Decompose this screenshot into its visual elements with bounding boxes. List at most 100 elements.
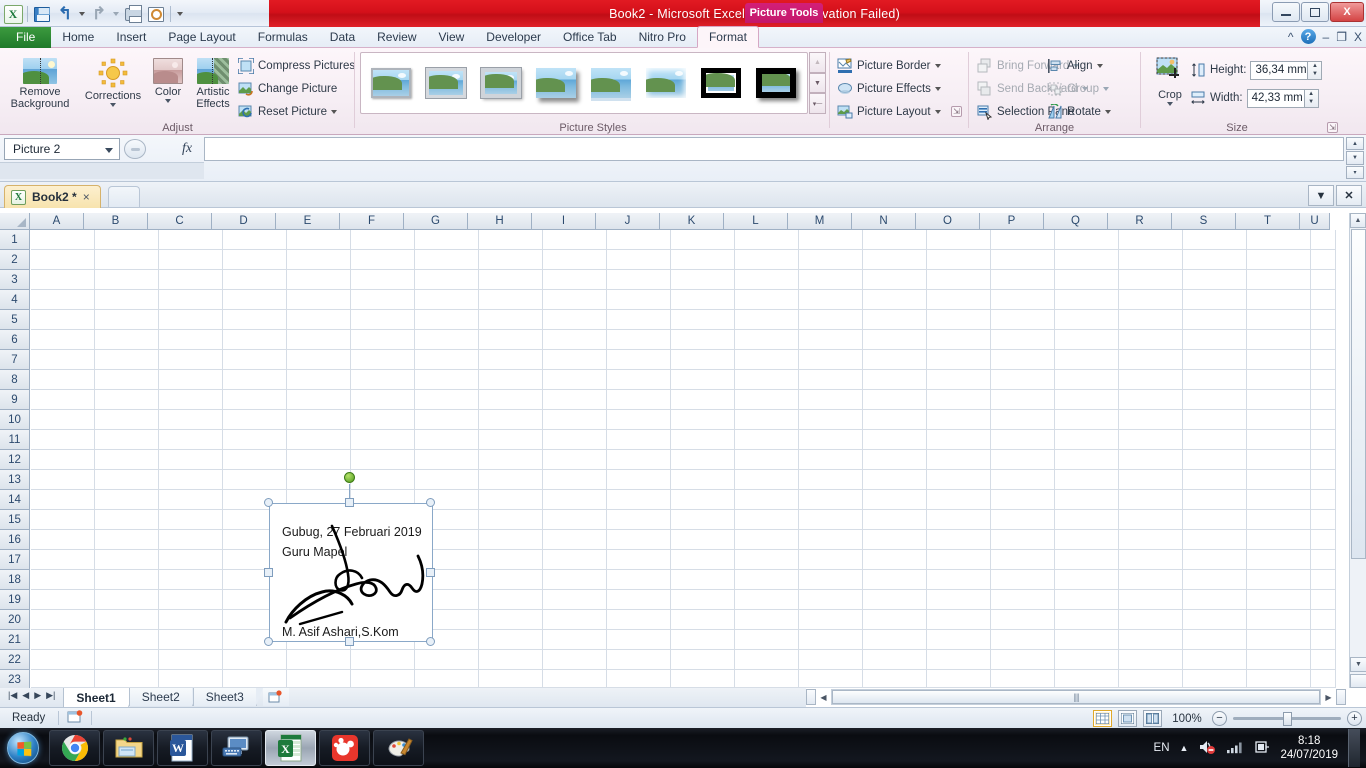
width-input[interactable]: 42,33 mm xyxy=(1246,88,1305,108)
row-header-13[interactable]: 13 xyxy=(0,470,30,490)
column-header-F[interactable]: F xyxy=(340,213,404,230)
column-header-K[interactable]: K xyxy=(660,213,724,230)
tab-formulas[interactable]: Formulas xyxy=(247,27,319,48)
office-tab-dropdown-icon[interactable]: ▼ xyxy=(1308,185,1334,206)
column-header-C[interactable]: C xyxy=(148,213,212,230)
column-header-S[interactable]: S xyxy=(1172,213,1236,230)
column-header-Q[interactable]: Q xyxy=(1044,213,1108,230)
cell-area[interactable] xyxy=(31,230,1336,688)
row-header-16[interactable]: 16 xyxy=(0,530,30,550)
column-header-J[interactable]: J xyxy=(596,213,660,230)
undo-dropdown-icon[interactable] xyxy=(77,3,87,25)
remove-background-button[interactable]: Remove Background xyxy=(4,58,76,110)
vertical-scroll-thumb[interactable] xyxy=(1351,229,1366,559)
column-header-H[interactable]: H xyxy=(468,213,532,230)
restore-doc-icon[interactable]: ❐ xyxy=(1336,30,1347,44)
nav-first-icon[interactable]: |◀ xyxy=(8,690,17,701)
picture-style-drop-shadow-rectangle[interactable] xyxy=(532,64,580,102)
taskbar-item-gom-player[interactable] xyxy=(319,730,370,766)
formula-bar-scrollbar[interactable]: ▲ ▼ ▾ xyxy=(1346,137,1364,179)
rotation-handle[interactable] xyxy=(344,472,355,483)
office-tab-close-icon[interactable]: × xyxy=(83,190,90,204)
redo-icon[interactable]: ↱ xyxy=(88,3,110,25)
formula-bar-toggle[interactable] xyxy=(124,139,146,159)
picture-styles-dialog-launcher[interactable]: ⇲ xyxy=(951,106,962,117)
size-dialog-launcher[interactable]: ⇲ xyxy=(1327,122,1338,133)
office-tab-book2[interactable]: X Book2 * × xyxy=(4,185,101,208)
picture-style-reflected-rounded-rectangle[interactable] xyxy=(587,64,635,102)
tab-office-tab[interactable]: Office Tab xyxy=(552,27,628,48)
page-layout-view-button[interactable] xyxy=(1118,710,1137,727)
taskbar-item-file-explorer[interactable] xyxy=(103,730,154,766)
macro-record-icon[interactable] xyxy=(67,709,83,727)
reset-picture-caret-icon[interactable] xyxy=(331,110,338,114)
rotate-button[interactable]: Rotate xyxy=(1047,102,1111,122)
resize-handle-top-center[interactable] xyxy=(345,498,354,507)
hscroll-track[interactable]: |||| xyxy=(831,689,1321,705)
minimize-ribbon-icon[interactable]: ^ xyxy=(1288,30,1294,44)
row-header-7[interactable]: 7 xyxy=(0,350,30,370)
corrections-caret-icon[interactable] xyxy=(110,103,116,107)
tab-format[interactable]: Format xyxy=(696,26,759,48)
horizontal-scrollbar[interactable]: ◀ |||| ▶ xyxy=(806,688,1346,706)
height-input-group[interactable]: 36,34 mm ▲ ▼ xyxy=(1250,60,1323,80)
hscroll-left-icon[interactable]: ◀ xyxy=(816,689,831,705)
column-header-D[interactable]: D xyxy=(212,213,276,230)
crop-caret-icon[interactable] xyxy=(1167,102,1173,106)
column-header-R[interactable]: R xyxy=(1108,213,1172,230)
row-header-9[interactable]: 9 xyxy=(0,390,30,410)
tab-page-layout[interactable]: Page Layout xyxy=(157,27,246,48)
minimize-button[interactable] xyxy=(1272,2,1300,22)
align-button[interactable]: Align xyxy=(1047,56,1103,76)
picture-layout-caret-icon[interactable] xyxy=(934,110,941,114)
compress-pictures-button[interactable]: Compress Pictures xyxy=(237,56,355,76)
hscroll-right-icon[interactable]: ▶ xyxy=(1321,689,1336,705)
language-indicator[interactable]: EN xyxy=(1154,742,1170,754)
color-button[interactable]: Color xyxy=(146,58,190,103)
column-header-P[interactable]: P xyxy=(980,213,1044,230)
picture-border-button[interactable]: Picture Border xyxy=(837,56,941,76)
name-box-dropdown-icon[interactable] xyxy=(105,148,113,153)
tab-developer[interactable]: Developer xyxy=(475,27,552,48)
gallery-scroll-down-icon[interactable]: ▼ xyxy=(809,72,826,94)
column-header-L[interactable]: L xyxy=(724,213,788,230)
column-header-I[interactable]: I xyxy=(532,213,596,230)
formula-expand-icon[interactable]: ▾ xyxy=(1346,165,1364,179)
horizontal-split-box-left[interactable] xyxy=(806,689,816,705)
tab-view[interactable]: View xyxy=(428,27,476,48)
nav-next-icon[interactable]: ▶ xyxy=(34,690,41,701)
picture-style-soft-edge-rectangle[interactable] xyxy=(642,64,690,102)
taskbar-item-chrome[interactable] xyxy=(49,730,100,766)
undo-icon[interactable]: ↰ xyxy=(54,3,76,25)
zoom-slider[interactable] xyxy=(1233,711,1341,727)
sheet-tab-sheet2[interactable]: Sheet2 xyxy=(128,688,199,706)
picture-style-thick-matte-black[interactable] xyxy=(752,64,800,102)
column-header-O[interactable]: O xyxy=(916,213,980,230)
row-header-4[interactable]: 4 xyxy=(0,290,30,310)
volume-muted-icon[interactable] xyxy=(1198,739,1216,758)
picture-style-double-frame-black[interactable] xyxy=(697,64,745,102)
select-all-corner[interactable] xyxy=(0,213,30,230)
office-tab-bar-close-icon[interactable]: ✕ xyxy=(1336,185,1362,206)
save-icon[interactable] xyxy=(31,3,53,25)
row-header-21[interactable]: 21 xyxy=(0,630,30,650)
reset-picture-button[interactable]: Reset Picture xyxy=(238,102,338,122)
scroll-down-icon[interactable]: ▼ xyxy=(1350,657,1366,672)
scroll-up-icon[interactable]: ▲ xyxy=(1350,213,1366,228)
page-break-preview-button[interactable] xyxy=(1143,710,1162,727)
column-header-B[interactable]: B xyxy=(84,213,148,230)
close-button[interactable]: X xyxy=(1330,2,1364,22)
insert-worksheet-icon[interactable] xyxy=(262,688,289,706)
corrections-button[interactable]: Corrections xyxy=(78,58,148,107)
column-header-N[interactable]: N xyxy=(852,213,916,230)
tab-file[interactable]: File xyxy=(0,27,52,48)
width-spinner[interactable]: ▲ ▼ xyxy=(1304,88,1319,108)
gallery-scroll-up-icon[interactable]: ▲ xyxy=(809,52,826,73)
artistic-effects-button[interactable]: Artistic Effects xyxy=(188,58,238,110)
taskbar-item-excel[interactable]: X xyxy=(265,730,316,766)
row-header-20[interactable]: 20 xyxy=(0,610,30,630)
sheet-tab-sheet1[interactable]: Sheet1 xyxy=(63,688,136,707)
gallery-more-icon[interactable]: ▾ ― xyxy=(809,93,826,115)
restore-button[interactable] xyxy=(1301,2,1329,22)
print-icon[interactable] xyxy=(122,3,144,25)
